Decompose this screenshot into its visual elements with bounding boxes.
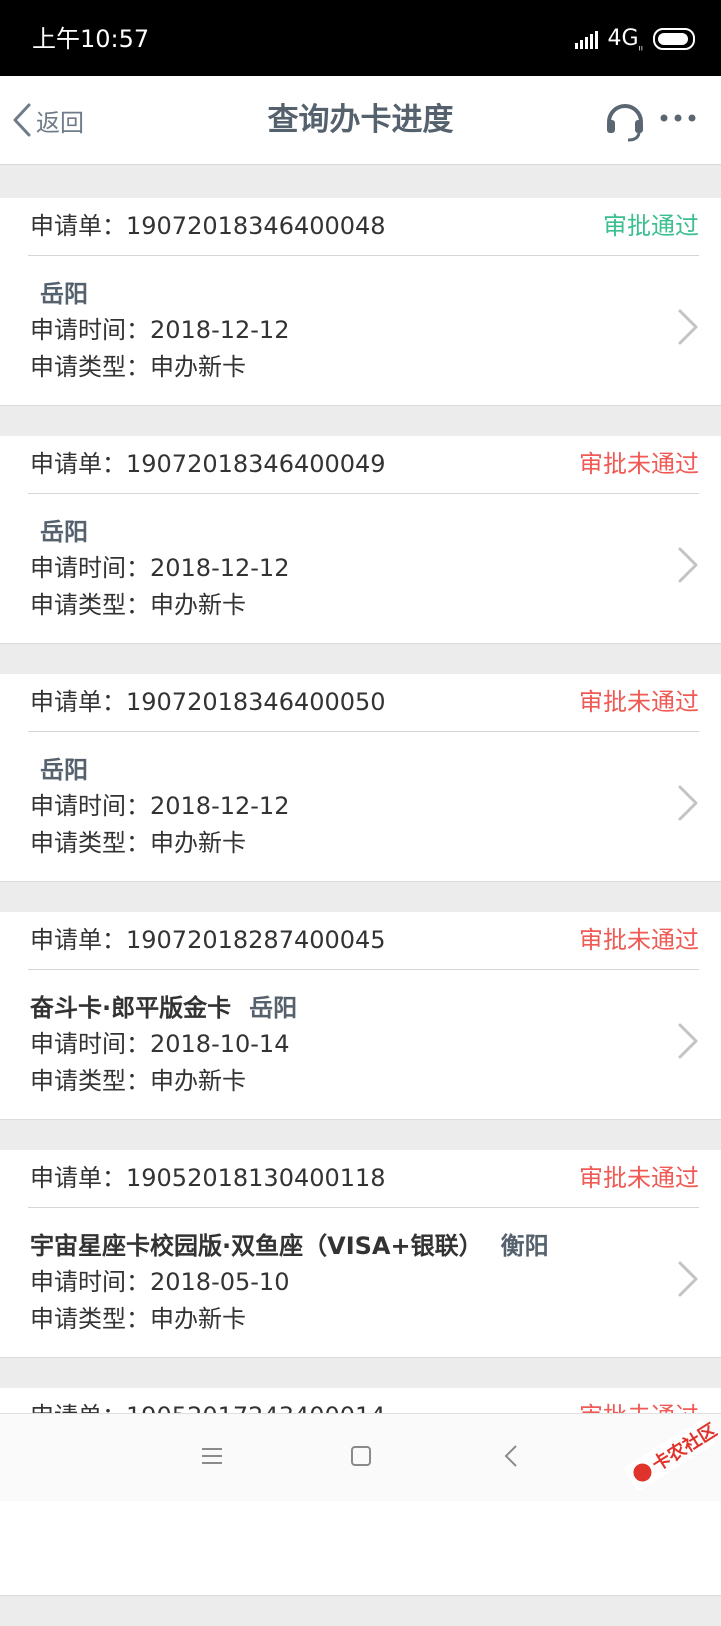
watermark-logo: 卡农社区: [618, 1416, 721, 1491]
application-number: 申请单：19072018346400049: [30, 450, 386, 478]
application-number: 申请单：19072018346400048: [30, 212, 386, 240]
application-card[interactable]: 申请单：19052018130400118 审批未通过 宇宙星座卡校园版·双鱼座…: [0, 1150, 721, 1358]
region-label: 岳阳: [40, 280, 88, 308]
chevron-right-icon: [678, 1023, 698, 1059]
chevron-right-icon: [678, 309, 698, 345]
card-info: 奋斗卡·郎平版金卡 岳阳: [30, 992, 297, 1024]
region-label: 岳阳: [40, 518, 88, 546]
card-info: 岳阳: [40, 754, 88, 786]
application-type: 申请类型：申办新卡: [30, 1305, 246, 1333]
card-product-name: 奋斗卡·郎平版金卡: [30, 994, 232, 1022]
application-time: 申请时间：2018-12-12: [30, 316, 290, 344]
status-time: 上午10:57: [32, 25, 150, 53]
application-type: 申请类型：申办新卡: [30, 1067, 246, 1095]
application-header: 申请单：19052018130400118 审批未通过: [28, 1150, 699, 1208]
application-type: 申请类型：申办新卡: [30, 829, 246, 857]
chevron-right-icon: [678, 547, 698, 583]
home-square-icon[interactable]: [349, 1444, 373, 1468]
signal-icon: [574, 29, 600, 49]
top-navigation-bar: 返回 查询办卡进度: [0, 76, 721, 165]
network-type: 4Gıı: [607, 25, 644, 53]
application-time: 申请时间：2018-10-14: [30, 1030, 290, 1058]
application-list: 申请单：19072018346400048 审批通过 岳阳 申请时间：2018-…: [0, 198, 721, 1626]
application-time: 申请时间：2018-12-12: [30, 792, 290, 820]
application-time: 申请时间：2018-12-12: [30, 554, 290, 582]
application-header: 申请单：19072018346400049 审批未通过: [28, 436, 699, 494]
headset-icon[interactable]: [604, 100, 646, 142]
application-header: 申请单：19072018287400045 审批未通过: [28, 912, 699, 970]
approval-status: 审批未通过: [579, 450, 699, 478]
application-card[interactable]: 申请单：19072018287400045 审批未通过 奋斗卡·郎平版金卡 岳阳 …: [0, 912, 721, 1120]
application-header: 申请单：19072018346400048 审批通过: [28, 198, 699, 256]
approval-status: 审批未通过: [579, 688, 699, 716]
chevron-right-icon: [678, 1261, 698, 1297]
more-options-icon[interactable]: [660, 112, 696, 124]
application-type: 申请类型：申办新卡: [30, 591, 246, 619]
card-info: 岳阳: [40, 516, 88, 548]
approval-status: 审批通过: [603, 212, 699, 240]
application-time: 申请时间：2018-05-10: [30, 1268, 290, 1296]
application-number: 申请单：19072018346400050: [30, 688, 386, 716]
application-card[interactable]: 申请单：19072018346400050 审批未通过 岳阳 申请时间：2018…: [0, 674, 721, 882]
application-number: 申请单：19052018130400118: [30, 1164, 386, 1192]
application-card[interactable]: 申请单：19072018346400048 审批通过 岳阳 申请时间：2018-…: [0, 198, 721, 406]
chevron-right-icon: [678, 785, 698, 821]
battery-icon: [653, 28, 695, 50]
card-info: 宇宙星座卡校园版·双鱼座（VISA+银联） 衡阳: [30, 1230, 549, 1262]
application-card[interactable]: 申请单：19072018346400049 审批未通过 岳阳 申请时间：2018…: [0, 436, 721, 644]
status-icons: 4Gıı: [574, 24, 695, 54]
system-navigation-bar: [0, 1413, 721, 1501]
application-number: 申请单：19072018287400045: [30, 926, 386, 954]
card-info: 岳阳: [40, 278, 88, 310]
menu-icon[interactable]: [200, 1444, 224, 1468]
application-header: 申请单：19072018346400050 审批未通过: [28, 674, 699, 732]
region-label: 衡阳: [500, 1232, 549, 1260]
region-label: 岳阳: [40, 756, 88, 784]
approval-status: 审批未通过: [579, 926, 699, 954]
application-type: 申请类型：申办新卡: [30, 353, 246, 381]
region-label: 岳阳: [249, 994, 298, 1022]
back-triangle-icon[interactable]: [502, 1444, 522, 1468]
approval-status: 审批未通过: [579, 1164, 699, 1192]
status-bar: 上午10:57 4Gıı: [0, 0, 721, 76]
card-product-name: 宇宙星座卡校园版·双鱼座（VISA+银联）: [30, 1232, 483, 1260]
